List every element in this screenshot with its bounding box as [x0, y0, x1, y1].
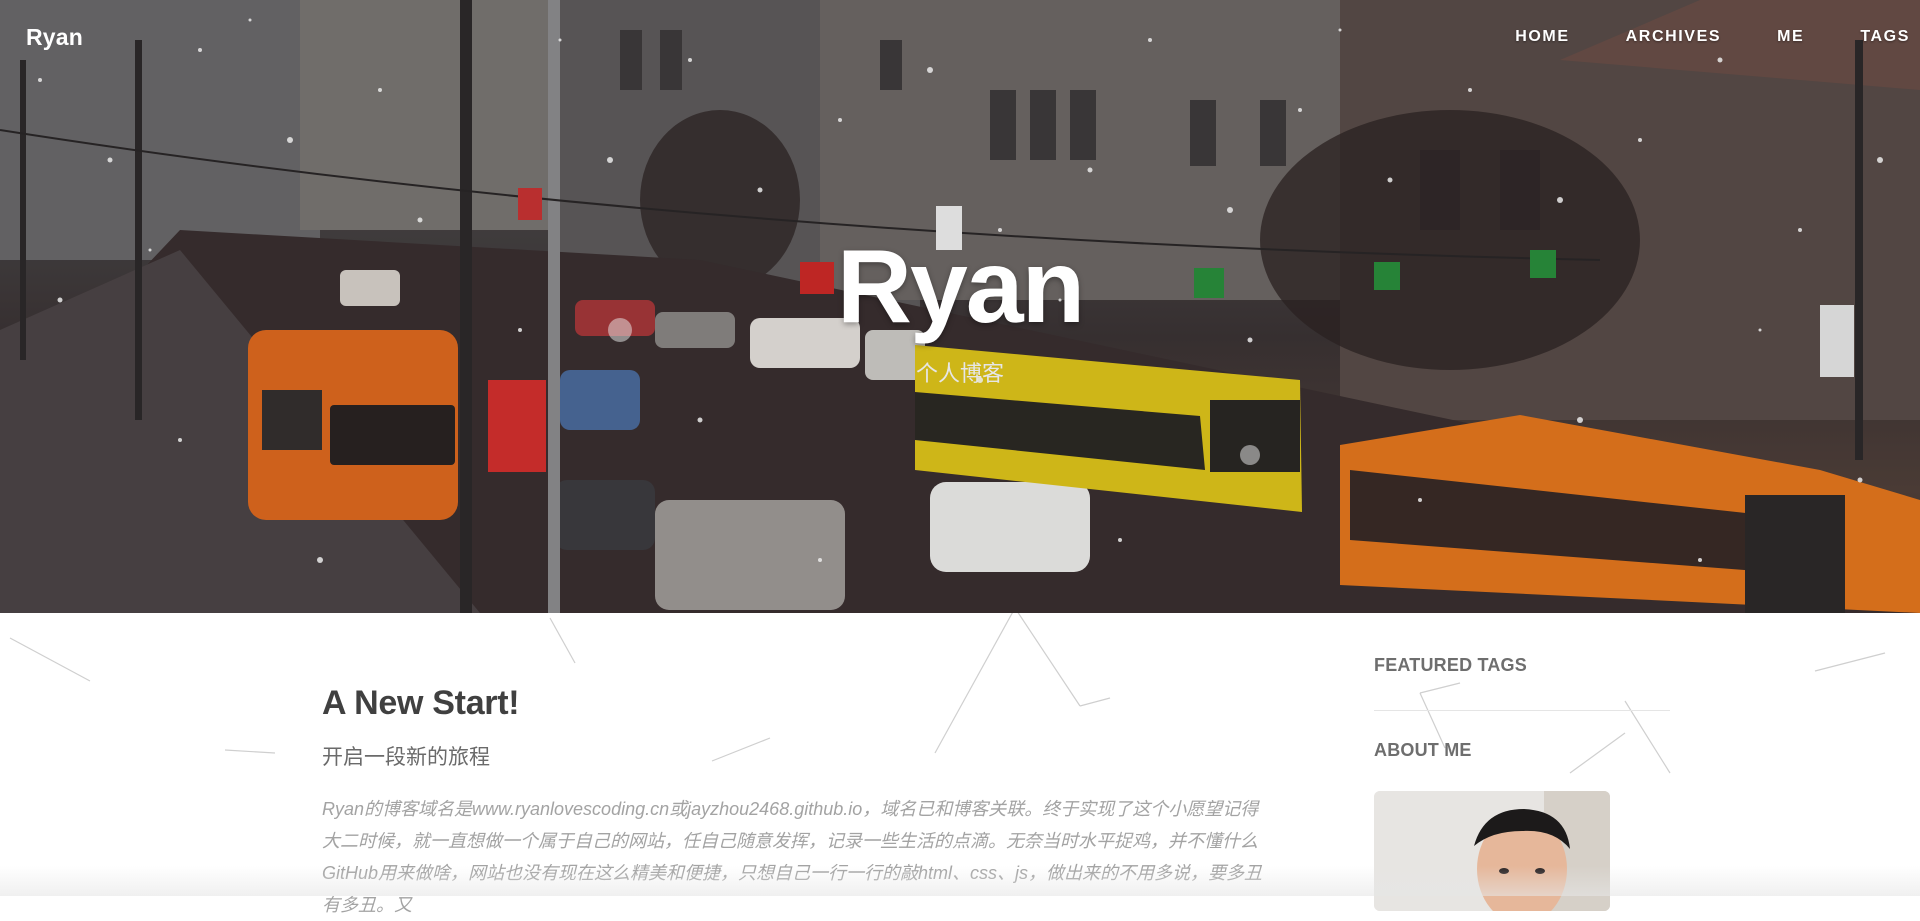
sidebar-divider	[1374, 710, 1670, 711]
nav-tags[interactable]: TAGS	[1860, 28, 1910, 46]
bottom-fade	[0, 866, 1920, 896]
hero-header: Ryan HOME ARCHIVES ME TAGS Ryan 个人博客	[0, 0, 1920, 613]
brand-logo-link[interactable]: Ryan	[26, 24, 83, 51]
hero-subtitle: 个人博客	[915, 361, 1004, 386]
nav-archives[interactable]: ARCHIVES	[1626, 28, 1721, 46]
nav-me[interactable]: ME	[1777, 28, 1804, 46]
featured-tags-heading: FEATURED TAGS	[1374, 655, 1527, 675]
post-title-link[interactable]: A New Start!	[322, 684, 1272, 723]
post-subtitle: 开启一段新的旅程	[322, 746, 490, 769]
hero-title: Ryan	[836, 229, 1085, 345]
post-excerpt: Ryan的博客域名是www.ryanlovescoding.cn或jayzhou…	[322, 799, 1262, 915]
main-nav: HOME ARCHIVES ME TAGS	[1459, 28, 1910, 46]
nav-home[interactable]: HOME	[1515, 28, 1569, 46]
about-me-heading: ABOUT ME	[1374, 740, 1472, 760]
